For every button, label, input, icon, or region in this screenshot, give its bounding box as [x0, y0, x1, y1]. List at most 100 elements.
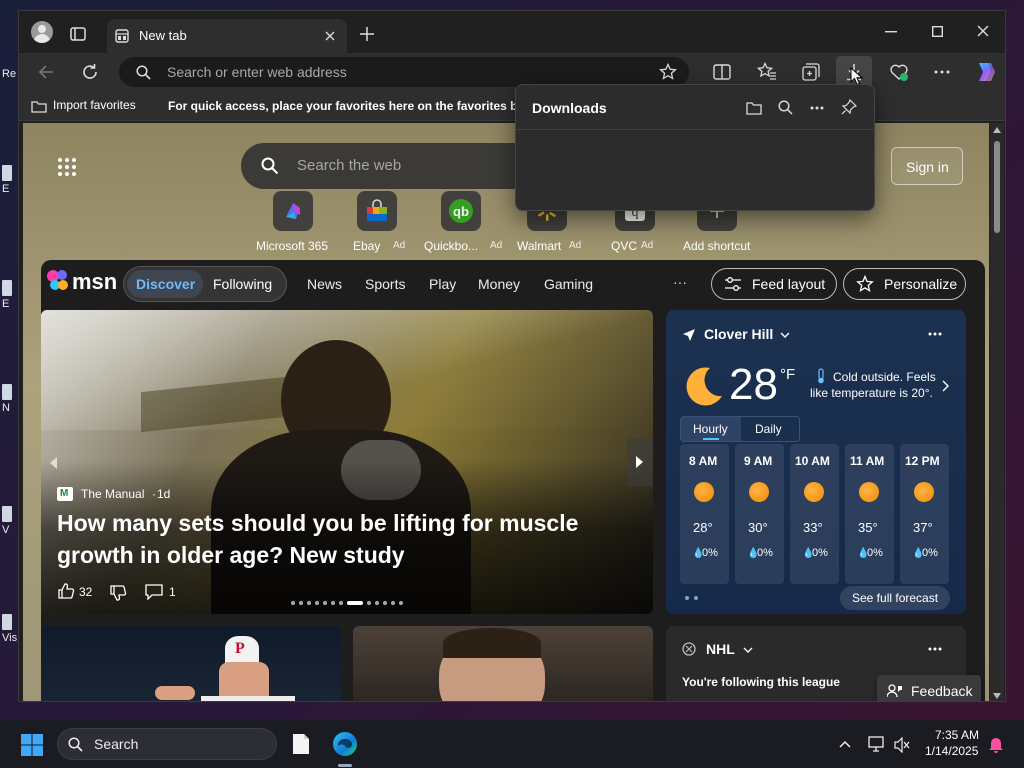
collections-icon[interactable]: [802, 63, 820, 81]
taskbar-date[interactable]: 1/14/2025: [925, 744, 978, 758]
tab-daily[interactable]: Daily: [741, 417, 799, 441]
chevron-up-icon[interactable]: [839, 740, 851, 748]
open-folder-icon[interactable]: [746, 101, 762, 115]
minimize-icon[interactable]: [885, 31, 897, 33]
address-bar[interactable]: Search or enter web address: [119, 57, 689, 87]
carousel-next-button[interactable]: [627, 438, 653, 486]
desktop-icon[interactable]: E: [2, 280, 18, 310]
msn-logo[interactable]: msn: [45, 268, 117, 298]
hero-source[interactable]: The Manual: [81, 487, 144, 501]
browser-essentials-icon[interactable]: [889, 62, 909, 82]
tab-new-tab[interactable]: New tab: [107, 19, 347, 53]
hour-column: 8 AM 28° 💧 0%: [680, 444, 729, 584]
carousel-dots[interactable]: [291, 593, 403, 605]
scroll-thumb[interactable]: [994, 141, 1000, 233]
search-icon: [136, 65, 151, 80]
volume-muted-icon[interactable]: [894, 737, 910, 753]
taskbar-time[interactable]: 7:35 AM: [935, 728, 979, 742]
pin-icon[interactable]: [841, 99, 857, 115]
feed-tab-group: Discover Following: [123, 266, 287, 302]
close-tab-icon[interactable]: [325, 31, 335, 41]
desktop-icon[interactable]: N: [2, 384, 18, 414]
desktop-icon[interactable]: E: [2, 165, 18, 195]
refresh-icon[interactable]: [81, 63, 99, 81]
thumbs-down-icon[interactable]: [109, 584, 127, 602]
chevron-down-icon[interactable]: [743, 647, 753, 653]
notification-bell-icon[interactable]: [988, 735, 1004, 753]
nav-money[interactable]: Money: [478, 276, 520, 292]
weather-location[interactable]: Clover Hill: [704, 326, 773, 342]
hero-headline-line2[interactable]: growth in older age? New study: [57, 542, 405, 569]
windows-start-icon[interactable]: [21, 734, 43, 756]
taskbar-search-box[interactable]: Search: [57, 728, 277, 760]
personalize-button[interactable]: Personalize: [843, 268, 966, 300]
app-launcher-icon[interactable]: [57, 157, 77, 177]
notepad-file-icon[interactable]: [292, 733, 310, 755]
feedback-button[interactable]: Feedback: [877, 675, 981, 701]
feed-layout-button[interactable]: Feed layout: [711, 268, 837, 300]
hero-story-card[interactable]: M The Manual · 1d How many sets should y…: [41, 310, 653, 614]
story-card-baseball[interactable]: P: [41, 626, 341, 701]
settings-more-icon[interactable]: [934, 70, 950, 74]
file-icon: [2, 384, 12, 400]
weather-more-icon[interactable]: [928, 332, 942, 336]
profile-avatar[interactable]: [31, 21, 53, 43]
nav-more-icon[interactable]: ···: [673, 274, 687, 290]
sign-in-button[interactable]: Sign in: [891, 147, 963, 185]
quicklink-quickbooks[interactable]: qb Quickbo... Ad: [421, 123, 511, 263]
copilot-icon[interactable]: [973, 60, 997, 84]
desktop-icon[interactable]: Vis: [2, 614, 18, 644]
new-tab-plus-icon[interactable]: [360, 27, 374, 41]
tab-actions-icon[interactable]: [70, 27, 86, 41]
sparkle-star-icon: [856, 275, 874, 292]
close-window-icon[interactable]: [977, 25, 989, 37]
comment-icon[interactable]: [145, 584, 163, 600]
taskbar-search-label: Search: [94, 736, 139, 752]
desktop-icon[interactable]: Re: [2, 68, 18, 80]
desktop-icon-label: Vis: [2, 632, 18, 644]
maximize-icon[interactable]: [932, 26, 943, 37]
nav-gaming[interactable]: Gaming: [544, 276, 593, 292]
quicklink-label: Microsoft 365: [256, 239, 329, 253]
desktop-icon[interactable]: V: [2, 506, 18, 536]
weather-card: Clover Hill 28 °F Cold outside. Feels li…: [666, 310, 966, 614]
network-monitor-icon[interactable]: [868, 736, 886, 752]
scroll-down-icon[interactable]: [993, 693, 1001, 699]
file-icon: [2, 506, 12, 522]
carousel-prev-icon[interactable]: [48, 456, 58, 470]
page-scrollbar[interactable]: [990, 123, 1004, 701]
edge-taskbar-button[interactable]: [331, 730, 359, 767]
carousel-next-icon: [636, 456, 643, 468]
nav-sports[interactable]: Sports: [365, 276, 405, 292]
nav-play[interactable]: Play: [429, 276, 456, 292]
chevron-right-icon[interactable]: [942, 380, 950, 392]
search-downloads-icon[interactable]: [778, 100, 793, 115]
nhl-title[interactable]: NHL: [706, 641, 735, 657]
favorites-icon[interactable]: [757, 62, 777, 80]
tab-discover[interactable]: Discover: [127, 270, 203, 298]
split-screen-icon[interactable]: [713, 64, 731, 80]
tab-following[interactable]: Following: [209, 270, 281, 298]
quicklink-ebay[interactable]: Ebay Ad: [335, 123, 425, 263]
hero-headline-line1[interactable]: How many sets should you be lifting for …: [57, 510, 578, 537]
nav-news[interactable]: News: [307, 276, 342, 292]
ebay-icon: [357, 191, 397, 231]
downloads-divider: [516, 129, 874, 130]
tab-hourly[interactable]: Hourly: [681, 417, 741, 441]
thumbs-up-icon[interactable]: [57, 582, 75, 600]
weather-page-dots[interactable]: [684, 595, 700, 601]
new-tab-page-icon: [115, 29, 129, 43]
quicklink-label: Quickbo...: [424, 239, 479, 253]
see-full-forecast-button[interactable]: See full forecast: [840, 586, 950, 610]
hour-temp: 33°: [803, 520, 823, 535]
chevron-down-icon[interactable]: [780, 332, 790, 338]
story-card-portrait[interactable]: [353, 626, 653, 701]
back-arrow-icon[interactable]: [38, 64, 54, 80]
file-icon: [2, 614, 12, 630]
scroll-up-icon[interactable]: [993, 127, 1001, 133]
desktop-icon-label: N: [2, 402, 10, 414]
downloads-more-icon[interactable]: [810, 106, 824, 110]
nhl-more-icon[interactable]: [928, 647, 942, 651]
add-favorite-star-icon[interactable]: [659, 63, 677, 81]
feedback-icon: [887, 684, 902, 698]
